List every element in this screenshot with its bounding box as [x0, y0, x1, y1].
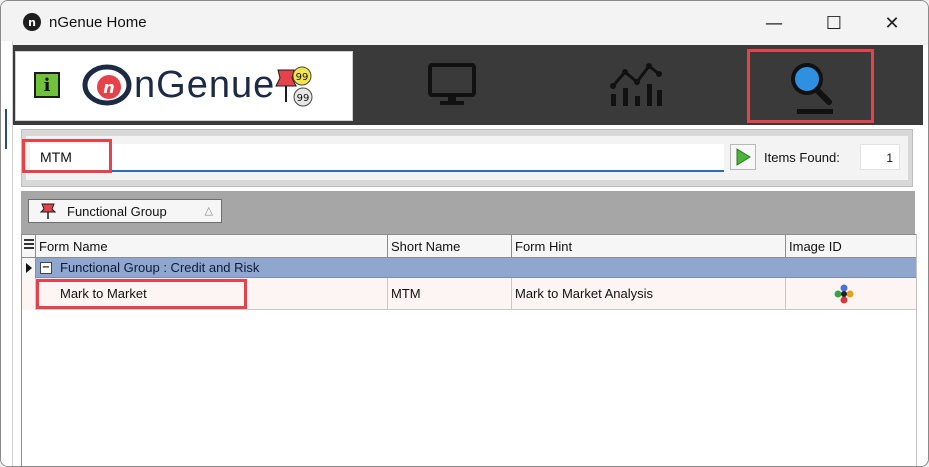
run-search-button[interactable] — [730, 144, 756, 170]
top-navigation-bar: i n nGenue 99 99 — [13, 45, 923, 125]
svg-text:n: n — [103, 78, 114, 97]
column-header-image-id[interactable]: Image ID — [786, 235, 916, 258]
group-row-label: Functional Group : Credit and Risk — [60, 260, 260, 275]
monitor-icon[interactable] — [417, 51, 487, 117]
pin-icon — [39, 203, 57, 219]
group-by-area: Functional Group △ — [21, 191, 915, 237]
search-tab-highlight — [747, 49, 874, 123]
info-icon[interactable]: i — [34, 72, 60, 98]
search-input[interactable] — [30, 144, 724, 172]
cell-form-hint[interactable]: Mark to Market Analysis — [512, 278, 786, 310]
notification-count-1: 99 — [296, 72, 309, 83]
sort-ascending-icon[interactable]: △ — [205, 204, 213, 217]
close-button[interactable]: ✕ — [869, 7, 915, 39]
column-header-form-hint[interactable]: Form Hint — [512, 235, 786, 258]
notification-pin-icon[interactable]: 99 99 — [274, 64, 314, 110]
search-bar: Items Found: 1 — [22, 136, 908, 180]
items-found-count: 1 — [860, 144, 900, 170]
grid-header: Form Name Short Name Form Hint Image ID — [22, 234, 916, 258]
risk-analysis-icon — [834, 284, 854, 304]
row-selector[interactable] — [22, 278, 36, 310]
notification-count-2: 99 — [297, 93, 310, 104]
play-icon — [736, 148, 751, 166]
cell-short-name[interactable]: MTM — [388, 278, 512, 310]
main-content: i n nGenue 99 99 MTM Items Found: 1 Func… — [13, 45, 923, 466]
left-edge-strip — [1, 41, 13, 466]
cell-image-id[interactable] — [786, 278, 916, 310]
analytics-chart-icon[interactable] — [601, 51, 671, 117]
app-logo-icon: n — [23, 13, 41, 31]
maximize-button[interactable]: ☐ — [811, 7, 857, 39]
column-header-form-name[interactable]: Form Name — [36, 235, 388, 258]
column-chooser-icon[interactable] — [22, 235, 36, 258]
column-header-short-name[interactable]: Short Name — [388, 235, 512, 258]
search-panel: Items Found: 1 — [21, 129, 913, 187]
table-row[interactable]: Mark to Market MTM Mark to Market Analys… — [22, 278, 916, 310]
current-row-indicator-icon — [22, 258, 36, 278]
cell-form-name[interactable]: Mark to Market — [36, 278, 388, 310]
logo-panel: i n nGenue 99 99 — [15, 51, 353, 121]
items-found-label: Items Found: — [764, 150, 840, 165]
app-window: n nGenue Home — ☐ ✕ i n nGenue 99 99 MTM… — [0, 0, 929, 467]
window-title: nGenue Home — [49, 14, 147, 31]
title-bar: n nGenue Home — ☐ ✕ — [1, 1, 928, 45]
collapse-group-button[interactable]: − — [40, 262, 52, 274]
results-grid: Form Name Short Name Form Hint Image ID … — [21, 234, 917, 466]
ngenue-logo-text: nGenue — [134, 64, 276, 106]
group-row[interactable]: − Functional Group : Credit and Risk — [22, 258, 916, 278]
group-chip-functional-group[interactable]: Functional Group △ — [28, 199, 222, 223]
ngenue-n-logo-icon: n — [82, 64, 132, 106]
group-chip-label: Functional Group — [67, 203, 167, 219]
minimize-button[interactable]: — — [751, 7, 797, 39]
left-edge-marker — [5, 109, 7, 149]
